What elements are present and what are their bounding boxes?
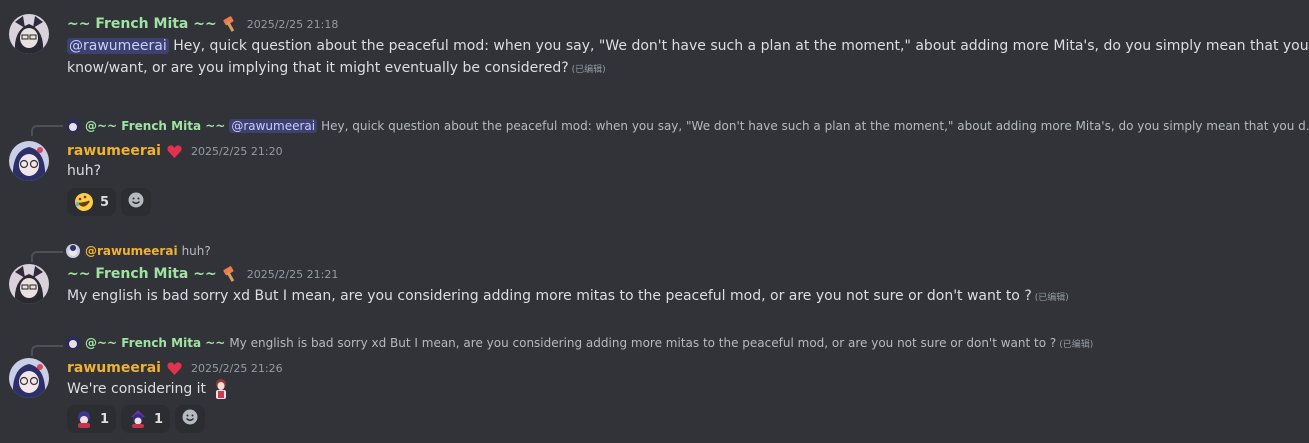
user-mention[interactable]: @rawumeerai [67,38,169,54]
reply-preview-text: Hey, quick question about the peaceful m… [321,119,1309,133]
message-2: @~~ French Mita ~~ @rawumeerai Hey, quic… [0,110,1309,220]
reply-preview-text: huh? [181,244,211,258]
reply-author: @~~ French Mita ~~ [85,119,226,133]
reply-author: @rawumeerai [85,244,178,258]
mita-sticker-emoji-icon [211,378,231,400]
reply-avatar [66,336,80,350]
edited-label: (已编辑) [571,65,606,75]
message-text-line2: know/want, or are you implying that it m… [67,60,569,76]
reply-reference[interactable]: @rawumeerai huh? [33,242,211,260]
mita-custom-emoji-2-icon [128,409,148,429]
avatar-french-mita[interactable] [9,264,49,304]
reaction-count: 1 [154,411,164,427]
add-reaction-button[interactable] [121,188,152,216]
mita-custom-emoji-1-icon [74,409,94,429]
smiley-plus-icon [181,408,199,430]
reply-preview-text: My english is bad sorry xd But I mean, a… [229,336,1057,350]
message-1: ~~ French Mita ~~ 2025/2/25 21:18 @rawum… [0,0,1309,90]
reaction-rofl[interactable]: 5 [67,188,117,216]
add-reaction-button[interactable] [175,405,206,433]
reply-reference[interactable]: @~~ French Mita ~~ My english is bad sor… [33,334,1093,352]
reaction-count: 5 [100,194,110,210]
rofl-emoji-icon [74,192,94,212]
reaction-mita-2[interactable]: 1 [121,405,171,433]
message-text-line1: Hey, quick question about the peaceful m… [173,38,1309,54]
hammer-icon [222,265,239,283]
timestamp: 2025/2/25 21:21 [246,267,339,281]
author-name[interactable]: ~~ French Mita ~~ [67,266,217,282]
reply-avatar [66,119,80,133]
author-name[interactable]: rawumeerai [67,143,161,159]
reply-author: @~~ French Mita ~~ [85,336,226,350]
reply-reference[interactable]: @~~ French Mita ~~ @rawumeerai Hey, quic… [33,117,1309,135]
edited-label: (已编辑) [1034,293,1069,303]
avatar-rawumeerai[interactable] [9,141,49,181]
smiley-plus-icon [127,191,145,213]
message-4: @~~ French Mita ~~ My english is bad sor… [0,330,1309,443]
timestamp: 2025/2/25 21:18 [246,17,339,31]
reply-mention: @rawumeerai [229,119,318,133]
message-content: @rawumeerai Hey, quick question about th… [67,35,1309,57]
message-content: My english is bad sorry xd But I mean, a… [67,288,1032,304]
avatar-french-mita[interactable] [9,14,49,54]
message-3: @rawumeerai huh? ~~ French Mita ~~ 2025/… [0,236,1309,316]
hammer-icon [222,15,239,33]
timestamp: 2025/2/25 21:20 [190,144,283,158]
reaction-mita-1[interactable]: 1 [67,405,117,433]
message-content: huh? [67,163,102,179]
timestamp: 2025/2/25 21:26 [190,361,283,375]
reaction-bar: 1 1 [67,405,206,433]
reaction-count: 1 [100,411,110,427]
author-name[interactable]: ~~ French Mita ~~ [67,16,217,32]
message-content: We're considering it [67,381,207,397]
reaction-bar: 5 [67,188,152,216]
heart-icon [166,360,183,377]
heart-icon [166,143,183,160]
avatar-rawumeerai[interactable] [9,358,49,398]
reply-edited-label: (已编辑) [1059,339,1094,350]
author-name[interactable]: rawumeerai [67,360,161,376]
reply-avatar [66,244,80,258]
chat-log: ~~ French Mita ~~ 2025/2/25 21:18 @rawum… [0,0,1309,443]
